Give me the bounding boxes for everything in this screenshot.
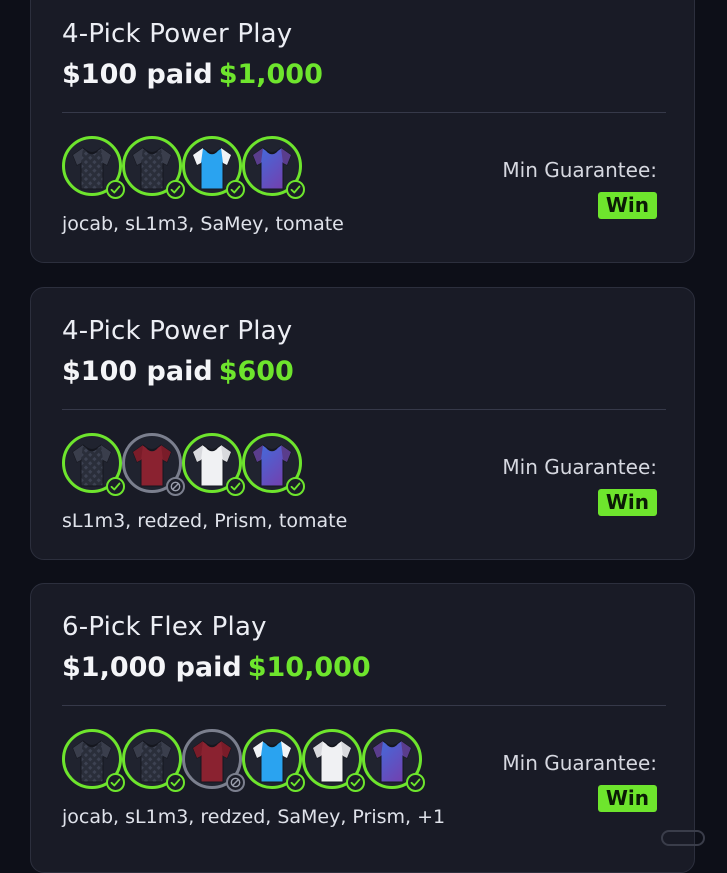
check-icon — [286, 477, 305, 496]
entry-title: 4-Pick Power Play — [62, 19, 293, 49]
check-icon — [166, 773, 185, 792]
check-icon — [106, 180, 125, 199]
entry-payout: $600 — [218, 356, 294, 387]
scroll-indicator — [661, 830, 705, 846]
player-names: jocab, sL1m3, redzed, SaMey, Prism, +1 — [62, 806, 446, 828]
check-icon — [106, 477, 125, 496]
divider — [62, 705, 666, 706]
entry-wager: $1,000 paid — [62, 652, 242, 683]
divider — [62, 112, 666, 113]
entry-wager: $100 paid — [62, 59, 213, 90]
check-icon — [106, 773, 125, 792]
check-icon — [346, 773, 365, 792]
entry-card[interactable]: 6-Pick Flex Play $1,000 paid $10,000 joca… — [30, 583, 695, 873]
entry-title: 4-Pick Power Play — [62, 316, 293, 346]
entry-payout: $1,000 — [218, 59, 323, 90]
entry-card[interactable]: 4-Pick Power Play $100 paid $1,000 jocab,… — [30, 0, 695, 263]
min-guarantee-label: Min Guarantee: — [502, 158, 657, 182]
divider — [62, 409, 666, 410]
check-icon — [286, 773, 305, 792]
player-names: sL1m3, redzed, Prism, tomate — [62, 510, 348, 532]
entry-wager: $100 paid — [62, 356, 213, 387]
min-guarantee-label: Min Guarantee: — [502, 751, 657, 775]
check-icon — [166, 180, 185, 199]
min-guarantee-label: Min Guarantee: — [502, 455, 657, 479]
void-icon — [226, 773, 245, 792]
check-icon — [286, 180, 305, 199]
guarantee-status-badge: Win — [597, 192, 657, 219]
entry-title: 6-Pick Flex Play — [62, 612, 267, 642]
player-names: jocab, sL1m3, SaMey, tomate — [62, 213, 344, 235]
guarantee-status-badge: Win — [597, 489, 657, 516]
entry-payout-line: $1,000 paid $10,000 — [62, 652, 371, 683]
entry-payout: $10,000 — [247, 652, 371, 683]
entry-card[interactable]: 4-Pick Power Play $100 paid $600 sL1m3, r… — [30, 287, 695, 560]
check-icon — [406, 773, 425, 792]
check-icon — [226, 477, 245, 496]
void-icon — [166, 477, 185, 496]
check-icon — [226, 180, 245, 199]
entry-payout-line: $100 paid $1,000 — [62, 59, 323, 90]
guarantee-status-badge: Win — [597, 785, 657, 812]
entry-payout-line: $100 paid $600 — [62, 356, 294, 387]
